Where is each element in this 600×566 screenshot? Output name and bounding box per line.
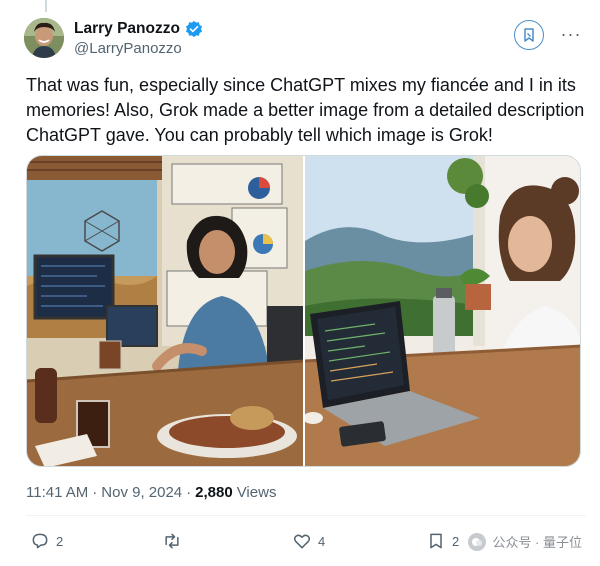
like-icon (293, 534, 311, 549)
media-image-left[interactable] (27, 156, 303, 466)
watermark: 公众号 · 量子位 (468, 532, 582, 551)
tweet-header: Larry Panozzo @LarryPanozzo ··· (24, 18, 586, 64)
tweet-time[interactable]: 11:41 AM (26, 484, 88, 501)
handle[interactable]: @LarryPanozzo (74, 40, 182, 57)
verified-badge-icon (185, 20, 203, 38)
tweet-media[interactable] (26, 155, 581, 467)
more-icon[interactable]: ··· (560, 24, 582, 44)
divider (26, 515, 586, 516)
avatar[interactable] (24, 18, 64, 58)
reply-icon (32, 533, 48, 549)
display-name[interactable]: Larry Panozzo (74, 20, 180, 38)
meta-separator-2: · (186, 484, 192, 501)
grok-icon[interactable] (514, 20, 544, 50)
name-row: Larry Panozzo (74, 20, 203, 38)
like-button[interactable]: 4 (292, 531, 325, 551)
thread-line (45, 0, 47, 12)
retweet-button[interactable] (162, 531, 188, 551)
media-image-right[interactable] (305, 156, 580, 466)
meta-separator: · (92, 484, 98, 501)
bookmark-count: 2 (452, 533, 460, 549)
reply-count: 2 (56, 533, 64, 549)
retweet-icon (165, 533, 179, 549)
tweet-text: That was fun, especially since ChatGPT m… (26, 75, 585, 145)
views-label: Views (236, 484, 277, 501)
tweet-date[interactable]: Nov 9, 2024 (101, 484, 182, 501)
tweet-meta: 11:41 AM · Nov 9, 2024 · 2,880 Views (26, 484, 276, 501)
reply-button[interactable]: 2 (30, 531, 63, 551)
bookmark-button[interactable]: 2 (426, 531, 459, 551)
wechat-icon (468, 532, 487, 551)
like-count: 4 (318, 533, 326, 549)
watermark-text: 公众号 · 量子位 (492, 535, 582, 550)
views-count[interactable]: 2,880 (195, 484, 233, 501)
bookmark-icon (430, 533, 442, 549)
